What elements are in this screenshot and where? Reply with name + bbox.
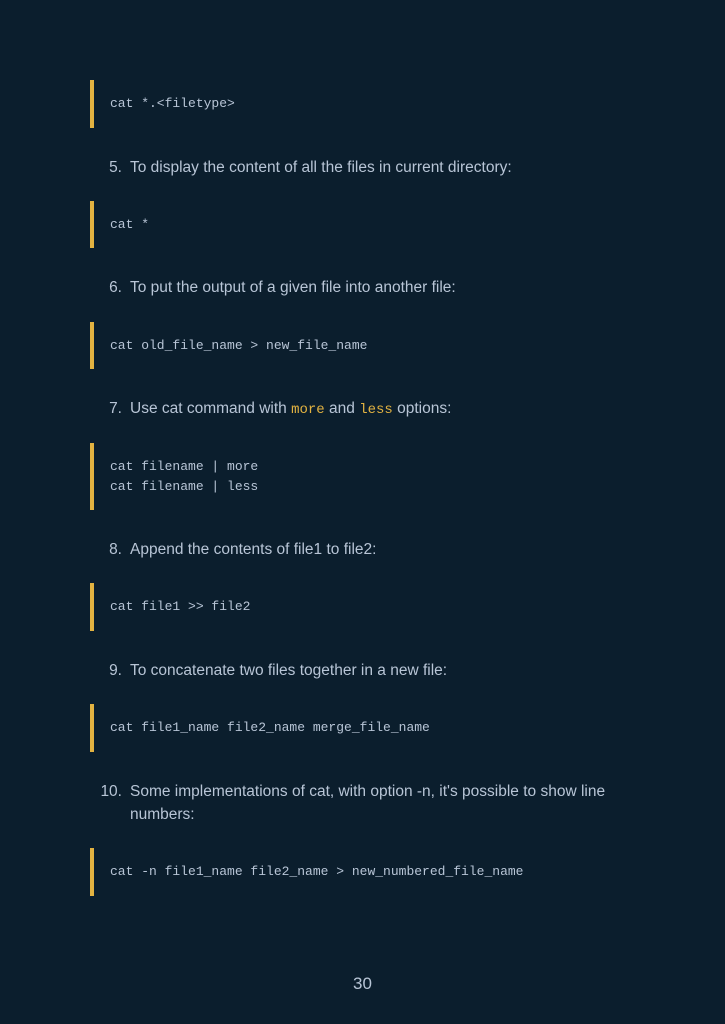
text-segment: and bbox=[325, 400, 359, 417]
list-item: 5. To display the content of all the fil… bbox=[98, 156, 635, 179]
code-block: cat -n file1_name file2_name > new_numbe… bbox=[90, 848, 635, 896]
inline-code-less: less bbox=[359, 402, 393, 418]
code-block: cat file1 >> file2 bbox=[90, 583, 635, 631]
list-text: Some implementations of cat, with option… bbox=[130, 780, 635, 827]
list-number: 6. bbox=[98, 276, 130, 299]
code-block: cat filename | more cat filename | less bbox=[90, 443, 635, 510]
text-segment: options: bbox=[393, 400, 452, 417]
inline-code-more: more bbox=[291, 402, 325, 418]
page-number: 30 bbox=[353, 974, 372, 994]
code-block: cat old_file_name > new_file_name bbox=[90, 322, 635, 370]
list-item: 8. Append the contents of file1 to file2… bbox=[98, 538, 635, 561]
list-item: 10. Some implementations of cat, with op… bbox=[98, 780, 635, 827]
list-text: To display the content of all the files … bbox=[130, 156, 635, 179]
list-number: 9. bbox=[98, 659, 130, 682]
list-number: 8. bbox=[98, 538, 130, 561]
list-number: 7. bbox=[98, 397, 130, 421]
list-text: To put the output of a given file into a… bbox=[130, 276, 635, 299]
text-segment: Use cat command with bbox=[130, 400, 291, 417]
code-block: cat * bbox=[90, 201, 635, 249]
list-item: 9. To concatenate two files together in … bbox=[98, 659, 635, 682]
list-item: 6. To put the output of a given file int… bbox=[98, 276, 635, 299]
list-number: 5. bbox=[98, 156, 130, 179]
code-block: cat file1_name file2_name merge_file_nam… bbox=[90, 704, 635, 752]
list-text: Append the contents of file1 to file2: bbox=[130, 538, 635, 561]
list-number: 10. bbox=[98, 780, 130, 827]
list-text: Use cat command with more and less optio… bbox=[130, 397, 635, 421]
list-item: 7. Use cat command with more and less op… bbox=[98, 397, 635, 421]
list-text: To concatenate two files together in a n… bbox=[130, 659, 635, 682]
code-block: cat *.<filetype> bbox=[90, 80, 635, 128]
